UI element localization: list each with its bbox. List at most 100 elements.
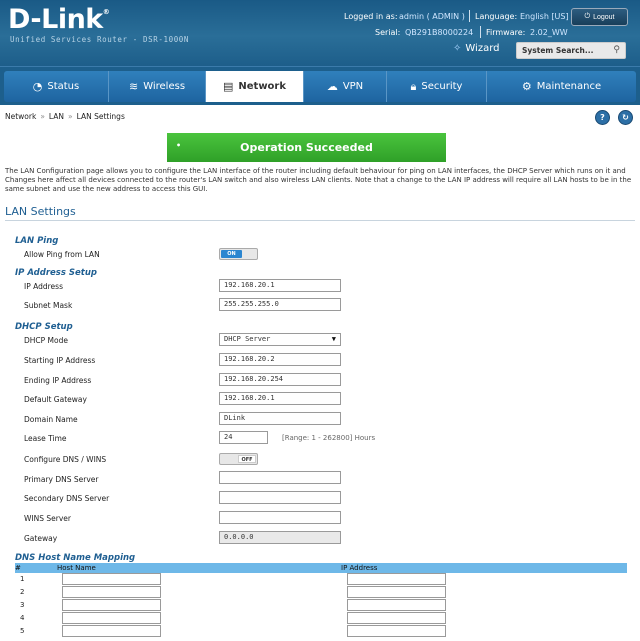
dhcp-mode-select[interactable]: DHCP Server ▼: [219, 333, 341, 346]
col-ip-address: IP Address: [341, 564, 378, 572]
logged-in-label: Logged in as:: [344, 12, 398, 21]
wins-server-input[interactable]: [219, 511, 341, 524]
nav-vpn[interactable]: ☁ VPN: [304, 71, 387, 102]
brand-name: D-Link: [8, 4, 103, 35]
dns-row-number: 2: [20, 588, 25, 596]
system-search-input[interactable]: System Search... ⚲: [516, 42, 626, 59]
logged-in-user: admin ( ADMIN ): [399, 12, 465, 21]
wizard-label: Wizard: [465, 43, 500, 54]
dns-mapping-table-header: # Host Name IP Address: [15, 563, 627, 573]
breadcrumb: Network» LAN» LAN Settings: [5, 112, 125, 121]
dhcp-setup-heading: DHCP Setup: [15, 322, 73, 332]
host-name-input[interactable]: [62, 625, 161, 637]
starting-ip-input[interactable]: 192.168.20.2: [219, 353, 341, 366]
success-banner: • Operation Succeeded: [167, 133, 446, 162]
configure-dns-wins-label: Configure DNS / WINS: [24, 455, 107, 464]
nav-network[interactable]: ▤ Network: [206, 71, 304, 102]
section-divider: [5, 220, 635, 221]
breadcrumb-network[interactable]: Network: [5, 112, 36, 121]
logout-button[interactable]: ⏻ Logout: [571, 8, 628, 26]
configure-dns-wins-toggle[interactable]: OFF: [219, 453, 258, 465]
nav-label: Status: [47, 81, 80, 92]
wifi-icon: ≋: [128, 80, 139, 93]
power-icon: ⏻: [584, 13, 591, 20]
ending-ip-input[interactable]: 192.168.20.254: [219, 373, 341, 386]
wizard-link[interactable]: ✧ Wizard: [453, 43, 500, 54]
dlink-logo: D-Link®: [8, 4, 110, 35]
ip-setup-heading: IP Address Setup: [15, 268, 97, 278]
search-icon[interactable]: ⚲: [613, 43, 620, 58]
search-placeholder: System Search...: [522, 46, 594, 55]
host-ip-input[interactable]: [347, 573, 446, 585]
primary-dns-input[interactable]: [219, 471, 341, 484]
breadcrumb-lan[interactable]: LAN: [49, 112, 64, 121]
host-ip-input[interactable]: [347, 612, 446, 624]
nav-maintenance[interactable]: ⚙ Maintenance: [487, 71, 636, 102]
lease-time-input[interactable]: 24: [219, 431, 268, 444]
dropdown-arrow-icon: ▼: [331, 335, 336, 343]
gear-icon: ⚙: [521, 80, 532, 93]
nav-security[interactable]: 🔒︎ Security: [387, 71, 487, 102]
host-ip-input[interactable]: [347, 625, 446, 637]
cloud-icon: ☁: [326, 80, 338, 93]
host-name-input[interactable]: [62, 599, 161, 611]
nav-wireless[interactable]: ≋ Wireless: [109, 71, 206, 102]
help-icon[interactable]: ?: [595, 110, 610, 125]
secondary-dns-input[interactable]: [219, 491, 341, 504]
ending-ip-label: Ending IP Address: [24, 376, 92, 385]
lock-icon: 🔒︎: [410, 79, 417, 93]
header-divider: [469, 10, 470, 22]
main-nav-bar: ◔ Status ≋ Wireless ▤ Network ☁ VPN 🔒︎ Securi…: [0, 66, 640, 105]
subnet-mask-input[interactable]: 255.255.255.0: [219, 298, 341, 311]
top-header: D-Link® Unified Services Router - DSR-10…: [0, 0, 640, 66]
host-ip-input[interactable]: [347, 599, 446, 611]
serial-value: QB291B8000224: [405, 28, 474, 37]
starting-ip-label: Starting IP Address: [24, 356, 96, 365]
host-name-input[interactable]: [62, 573, 161, 585]
nav-label: VPN: [342, 81, 364, 92]
host-name-input[interactable]: [62, 586, 161, 598]
wins-server-label: WINS Server: [24, 514, 71, 523]
ip-address-input[interactable]: 192.168.20.1: [219, 279, 341, 292]
default-gateway-input[interactable]: 192.168.20.1: [219, 392, 341, 405]
network-icon: ▤: [222, 80, 234, 93]
dhcp-mode-value: DHCP Server: [224, 335, 271, 343]
nav-label: Maintenance: [536, 81, 602, 92]
nav-label: Wireless: [143, 81, 186, 92]
lan-ping-heading: LAN Ping: [15, 236, 59, 246]
header-divider: [480, 26, 481, 38]
main-nav: ◔ Status ≋ Wireless ▤ Network ☁ VPN 🔒︎ Securi…: [4, 71, 636, 102]
refresh-icon[interactable]: ↻: [618, 110, 633, 125]
breadcrumb-lan-settings: LAN Settings: [76, 112, 125, 121]
language-selector[interactable]: English [US]: [520, 12, 569, 21]
banner-text: Operation Succeeded: [240, 141, 373, 154]
section-title: LAN Settings: [5, 205, 76, 218]
dns-row-number: 1: [20, 575, 25, 583]
logout-label: Logout: [593, 13, 615, 21]
col-number: #: [15, 564, 21, 572]
gauge-icon: ◔: [32, 80, 43, 93]
host-ip-input[interactable]: [347, 586, 446, 598]
firmware-value: 2.02_WW: [530, 28, 568, 37]
host-name-input[interactable]: [62, 612, 161, 624]
language-label: Language:: [475, 12, 518, 21]
allow-ping-label: Allow Ping from LAN: [24, 250, 100, 259]
nav-status[interactable]: ◔ Status: [4, 71, 109, 102]
dns-row-number: 4: [20, 614, 25, 622]
toggle-on-label: ON: [221, 250, 242, 258]
domain-name-label: Domain Name: [24, 415, 78, 424]
nav-label: Network: [238, 81, 287, 92]
domain-name-input[interactable]: DLink: [219, 412, 341, 425]
primary-dns-label: Primary DNS Server: [24, 475, 99, 484]
product-name: Unified Services Router - DSR-1000N: [10, 35, 190, 44]
subnet-mask-label: Subnet Mask: [24, 301, 73, 310]
nav-label: Security: [421, 81, 463, 92]
firmware-label: Firmware:: [486, 28, 526, 37]
wand-icon: ✧: [453, 43, 462, 54]
gateway-label: Gateway: [24, 534, 58, 543]
dhcp-mode-label: DHCP Mode: [24, 336, 68, 345]
col-host-name: Host Name: [57, 564, 96, 572]
allow-ping-toggle[interactable]: ON: [219, 248, 258, 260]
secondary-dns-label: Secondary DNS Server: [24, 494, 110, 503]
dot-icon: •: [176, 141, 182, 150]
